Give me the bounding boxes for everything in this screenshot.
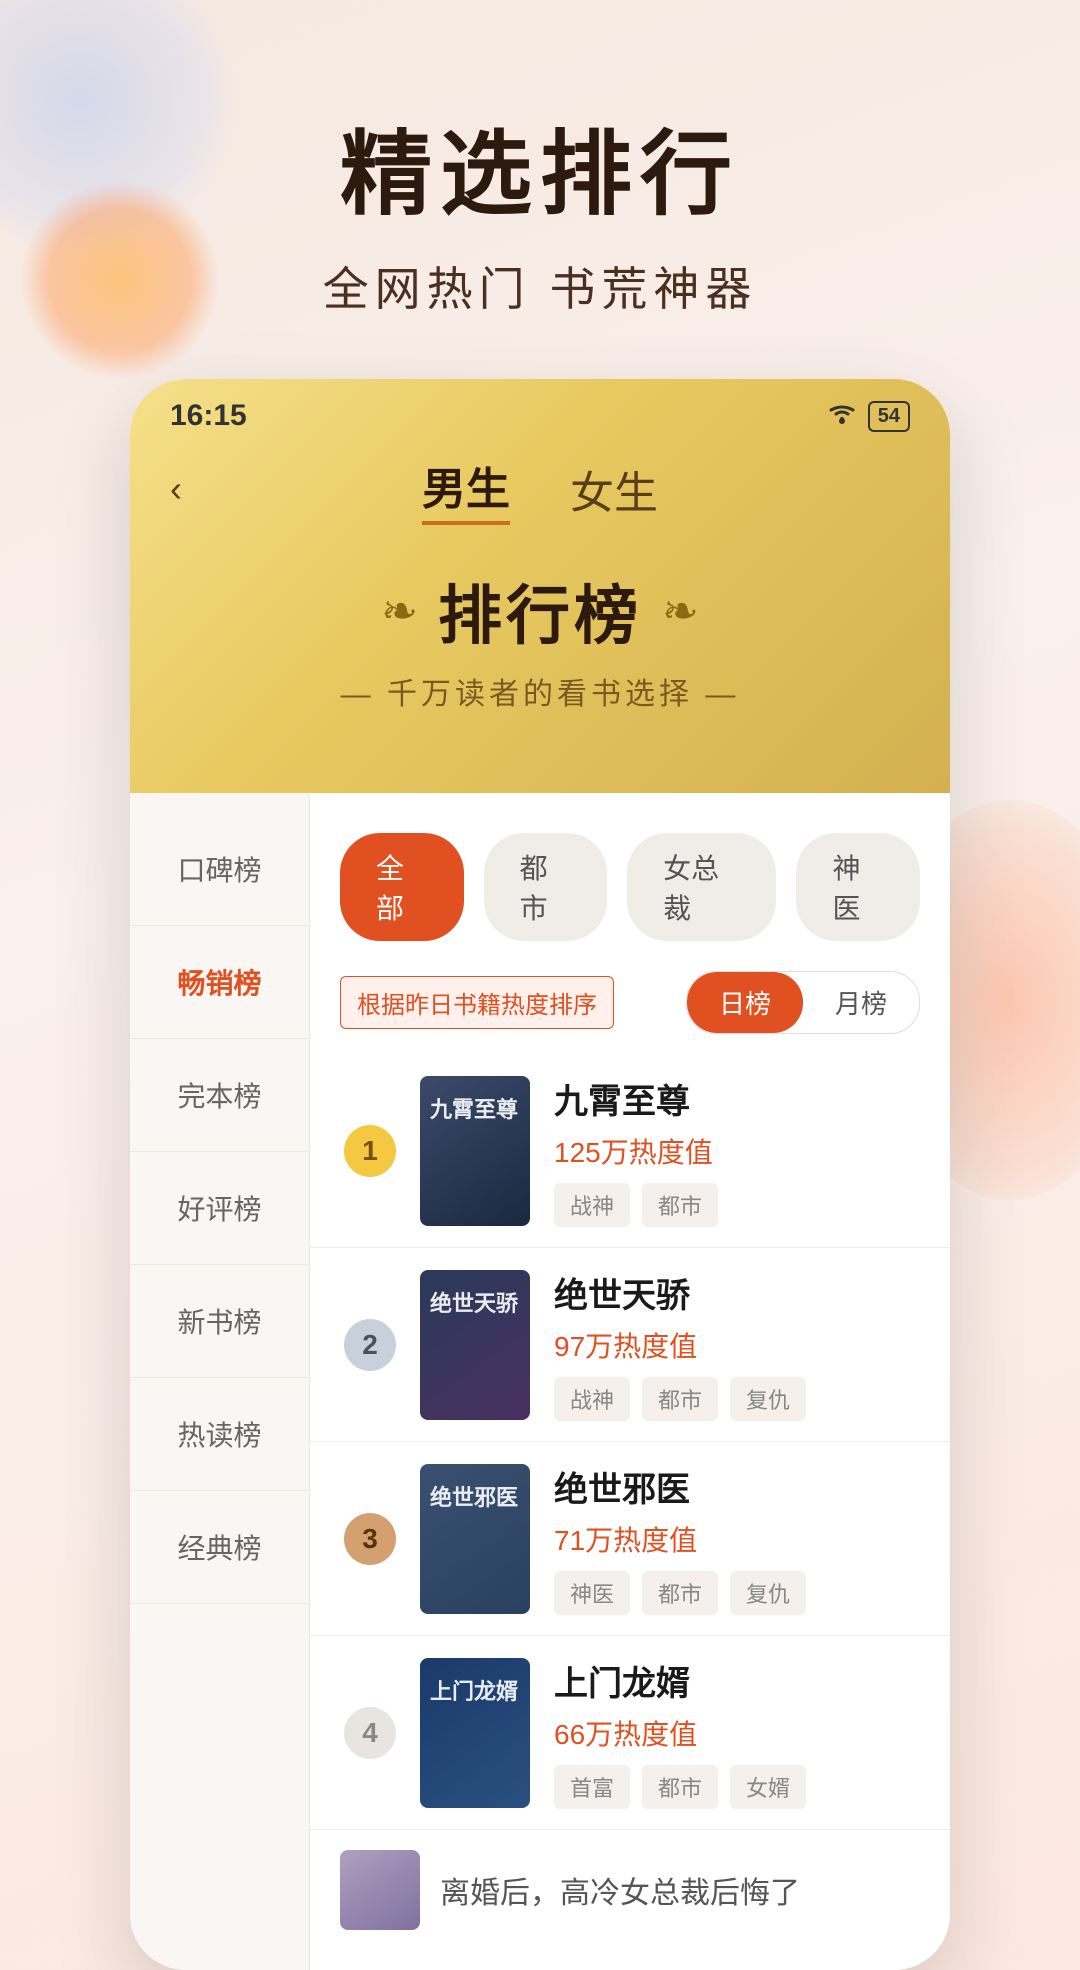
book-tags-1: 战神 都市 bbox=[554, 1183, 920, 1227]
book-info-1: 九霄至尊 125万热度值 战神 都市 bbox=[554, 1074, 920, 1227]
tab-monthly[interactable]: 月榜 bbox=[803, 972, 919, 1033]
book-info-4: 上门龙婿 66万热度值 首富 都市 女婿 bbox=[554, 1656, 920, 1809]
chip-female-ceo[interactable]: 女总裁 bbox=[627, 833, 776, 941]
nav-bar: ‹ 男生 女生 bbox=[130, 443, 950, 535]
sidebar-item-new[interactable]: 新书榜 bbox=[130, 1265, 309, 1378]
teaser-avatar bbox=[340, 1850, 420, 1930]
sidebar-item-bestseller[interactable]: 畅销榜 bbox=[130, 926, 309, 1039]
bottom-teaser[interactable]: 离婚后，高冷女总裁后悔了 bbox=[310, 1830, 950, 1950]
phone-header: 16:15 54 ‹ 男生 女生 bbox=[130, 379, 950, 793]
tag-1-2: 都市 bbox=[642, 1183, 718, 1227]
filter-row: 全部 都市 女总裁 神医 bbox=[310, 813, 950, 961]
book-heat-1: 125万热度值 bbox=[554, 1131, 920, 1171]
wifi-icon bbox=[826, 401, 858, 432]
book-cover-3: 绝世邪医 bbox=[420, 1464, 530, 1614]
ranking-title: 排行榜 bbox=[438, 565, 642, 657]
book-heat-4: 66万热度值 bbox=[554, 1713, 920, 1753]
tab-female[interactable]: 女生 bbox=[570, 457, 658, 521]
chip-city[interactable]: 都市 bbox=[484, 833, 608, 941]
rank-badge-1: 1 bbox=[340, 1125, 400, 1177]
ranking-banner: ❧ 排行榜 ❧ — 千万读者的看书选择 — bbox=[130, 535, 950, 753]
book-title-3: 绝世邪医 bbox=[554, 1462, 920, 1511]
date-tabs: 日榜 月榜 bbox=[686, 971, 920, 1034]
book-info-2: 绝世天骄 97万热度值 战神 都市 复仇 bbox=[554, 1268, 920, 1421]
hero-subtitle: 全网热门 书荒神器 bbox=[0, 253, 1080, 319]
rank-number-4: 4 bbox=[344, 1707, 396, 1759]
nav-tabs: 男生 女生 bbox=[422, 453, 658, 525]
back-button[interactable]: ‹ bbox=[170, 468, 182, 510]
ranking-subtitle: — 千万读者的看书选择 — bbox=[130, 669, 950, 713]
book-cover-2: 绝世天骄 bbox=[420, 1270, 530, 1420]
book-heat-2: 97万热度值 bbox=[554, 1325, 920, 1365]
book-tags-4: 首富 都市 女婿 bbox=[554, 1765, 920, 1809]
medal-silver: 2 bbox=[344, 1319, 396, 1371]
sidebar-item-rating[interactable]: 好评榜 bbox=[130, 1152, 309, 1265]
tag-2-2: 都市 bbox=[642, 1377, 718, 1421]
tab-daily[interactable]: 日榜 bbox=[687, 972, 803, 1033]
sort-label: 根据昨日书籍热度排序 bbox=[340, 976, 614, 1029]
book-heat-3: 71万热度值 bbox=[554, 1519, 920, 1559]
laurel-right-icon: ❧ bbox=[662, 586, 699, 637]
tag-3-3: 复仇 bbox=[730, 1571, 806, 1615]
sidebar-item-classic[interactable]: 经典榜 bbox=[130, 1491, 309, 1604]
tag-4-1: 首富 bbox=[554, 1765, 630, 1809]
book-cover-1: 九霄至尊 bbox=[420, 1076, 530, 1226]
rank-badge-2: 2 bbox=[340, 1319, 400, 1371]
medal-gold: 1 bbox=[344, 1125, 396, 1177]
ranking-title-row: ❧ 排行榜 ❧ bbox=[130, 565, 950, 657]
book-item-1[interactable]: 1 九霄至尊 九霄至尊 125万热度值 战神 都市 bbox=[310, 1054, 950, 1248]
status-bar: 16:15 54 bbox=[130, 379, 950, 443]
book-title-4: 上门龙婿 bbox=[554, 1656, 920, 1705]
tag-3-2: 都市 bbox=[642, 1571, 718, 1615]
tag-3-1: 神医 bbox=[554, 1571, 630, 1615]
tag-2-1: 战神 bbox=[554, 1377, 630, 1421]
tag-1-1: 战神 bbox=[554, 1183, 630, 1227]
tag-4-2: 都市 bbox=[642, 1765, 718, 1809]
phone-mockup: 16:15 54 ‹ 男生 女生 bbox=[130, 379, 950, 1970]
sidebar: 口碑榜 畅销榜 完本榜 好评榜 新书榜 热读榜 经典榜 bbox=[130, 793, 310, 1970]
rank-badge-3: 3 bbox=[340, 1513, 400, 1565]
medal-bronze: 3 bbox=[344, 1513, 396, 1565]
main-content: 全部 都市 女总裁 神医 根据昨日书籍热度排序 日榜 月榜 1 九霄至尊 bbox=[310, 793, 950, 1970]
sidebar-item-complete[interactable]: 完本榜 bbox=[130, 1039, 309, 1152]
cover-text-2: 绝世天骄 bbox=[420, 1270, 530, 1339]
battery-icon: 54 bbox=[868, 401, 910, 432]
hero-title: 精选排行 bbox=[0, 100, 1080, 233]
sidebar-item-hot[interactable]: 热读榜 bbox=[130, 1378, 309, 1491]
chip-all[interactable]: 全部 bbox=[340, 833, 464, 941]
teaser-text: 离婚后，高冷女总裁后悔了 bbox=[440, 1868, 800, 1912]
book-item-2[interactable]: 2 绝世天骄 绝世天骄 97万热度值 战神 都市 复仇 bbox=[310, 1248, 950, 1442]
cover-text-1: 九霄至尊 bbox=[420, 1076, 530, 1145]
tag-2-3: 复仇 bbox=[730, 1377, 806, 1421]
book-info-3: 绝世邪医 71万热度值 神医 都市 复仇 bbox=[554, 1462, 920, 1615]
book-item-4[interactable]: 4 上门龙婿 上门龙婿 66万热度值 首富 都市 女婿 bbox=[310, 1636, 950, 1830]
tag-4-3: 女婿 bbox=[730, 1765, 806, 1809]
book-title-2: 绝世天骄 bbox=[554, 1268, 920, 1317]
book-tags-2: 战神 都市 复仇 bbox=[554, 1377, 920, 1421]
cover-text-3: 绝世邪医 bbox=[420, 1464, 530, 1533]
laurel-left-icon: ❧ bbox=[381, 586, 418, 637]
book-tags-3: 神医 都市 复仇 bbox=[554, 1571, 920, 1615]
hero-section: 精选排行 全网热门 书荒神器 bbox=[0, 0, 1080, 379]
sort-row: 根据昨日书籍热度排序 日榜 月榜 bbox=[310, 961, 950, 1054]
sidebar-item-reputation[interactable]: 口碑榜 bbox=[130, 813, 309, 926]
book-cover-4: 上门龙婿 bbox=[420, 1658, 530, 1808]
phone-content: 口碑榜 畅销榜 完本榜 好评榜 新书榜 热读榜 经典榜 全部 都市 女总裁 神医… bbox=[130, 793, 950, 1970]
cover-text-4: 上门龙婿 bbox=[420, 1658, 530, 1727]
book-title-1: 九霄至尊 bbox=[554, 1074, 920, 1123]
rank-badge-4: 4 bbox=[340, 1707, 400, 1759]
status-time: 16:15 bbox=[170, 399, 247, 433]
tab-male[interactable]: 男生 bbox=[422, 453, 510, 525]
book-item-3[interactable]: 3 绝世邪医 绝世邪医 71万热度值 神医 都市 复仇 bbox=[310, 1442, 950, 1636]
status-icons: 54 bbox=[826, 401, 910, 432]
chip-doctor[interactable]: 神医 bbox=[796, 833, 920, 941]
